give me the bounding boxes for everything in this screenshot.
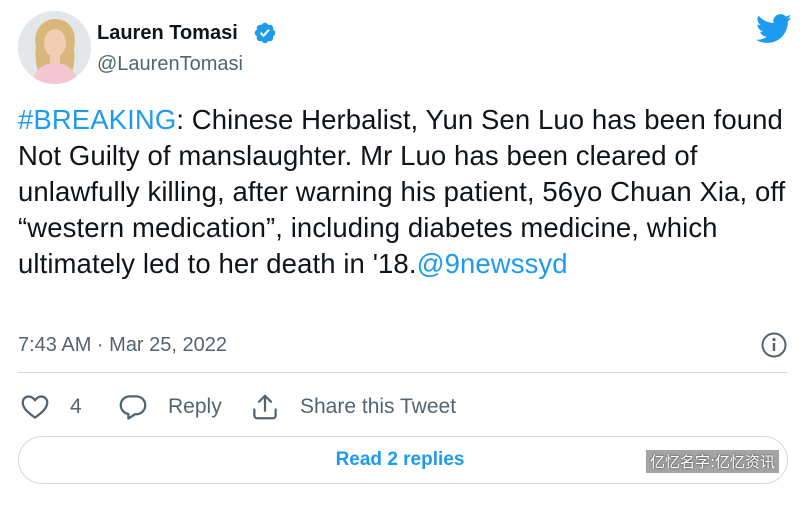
tweet-text: #BREAKING: Chinese Herbalist, Yun Sen Lu… xyxy=(18,102,788,282)
share-label: Share this Tweet xyxy=(300,395,457,418)
verified-badge-icon xyxy=(254,22,276,44)
reply-button[interactable]: Reply xyxy=(118,392,222,422)
read-replies-label: Read 2 replies xyxy=(335,449,465,470)
avatar[interactable] xyxy=(18,11,91,84)
reply-bubble-icon xyxy=(119,395,147,420)
info-icon[interactable] xyxy=(760,331,788,359)
like-count: 4 xyxy=(70,395,82,418)
share-button[interactable]: Share this Tweet xyxy=(250,392,456,422)
heart-icon xyxy=(21,395,49,419)
mention-link[interactable]: @9newssyd xyxy=(417,248,568,279)
divider xyxy=(18,372,788,373)
tweet-timestamp[interactable]: 7:43 AM · Mar 25, 2022 xyxy=(18,333,227,357)
twitter-bird-icon[interactable] xyxy=(756,14,792,44)
avatar-image xyxy=(18,11,91,84)
watermark: 亿忆名字:亿忆资讯 xyxy=(646,450,780,473)
tweet-card: Lauren Tomasi @LaurenTomasi #BREAKING: C… xyxy=(0,0,812,507)
reply-label: Reply xyxy=(168,395,222,418)
hashtag-link[interactable]: #BREAKING xyxy=(18,104,176,135)
author-name[interactable]: Lauren Tomasi xyxy=(97,21,238,45)
like-button[interactable]: 4 xyxy=(20,392,82,422)
share-icon xyxy=(253,394,277,420)
author-handle[interactable]: @LaurenTomasi xyxy=(97,52,243,76)
